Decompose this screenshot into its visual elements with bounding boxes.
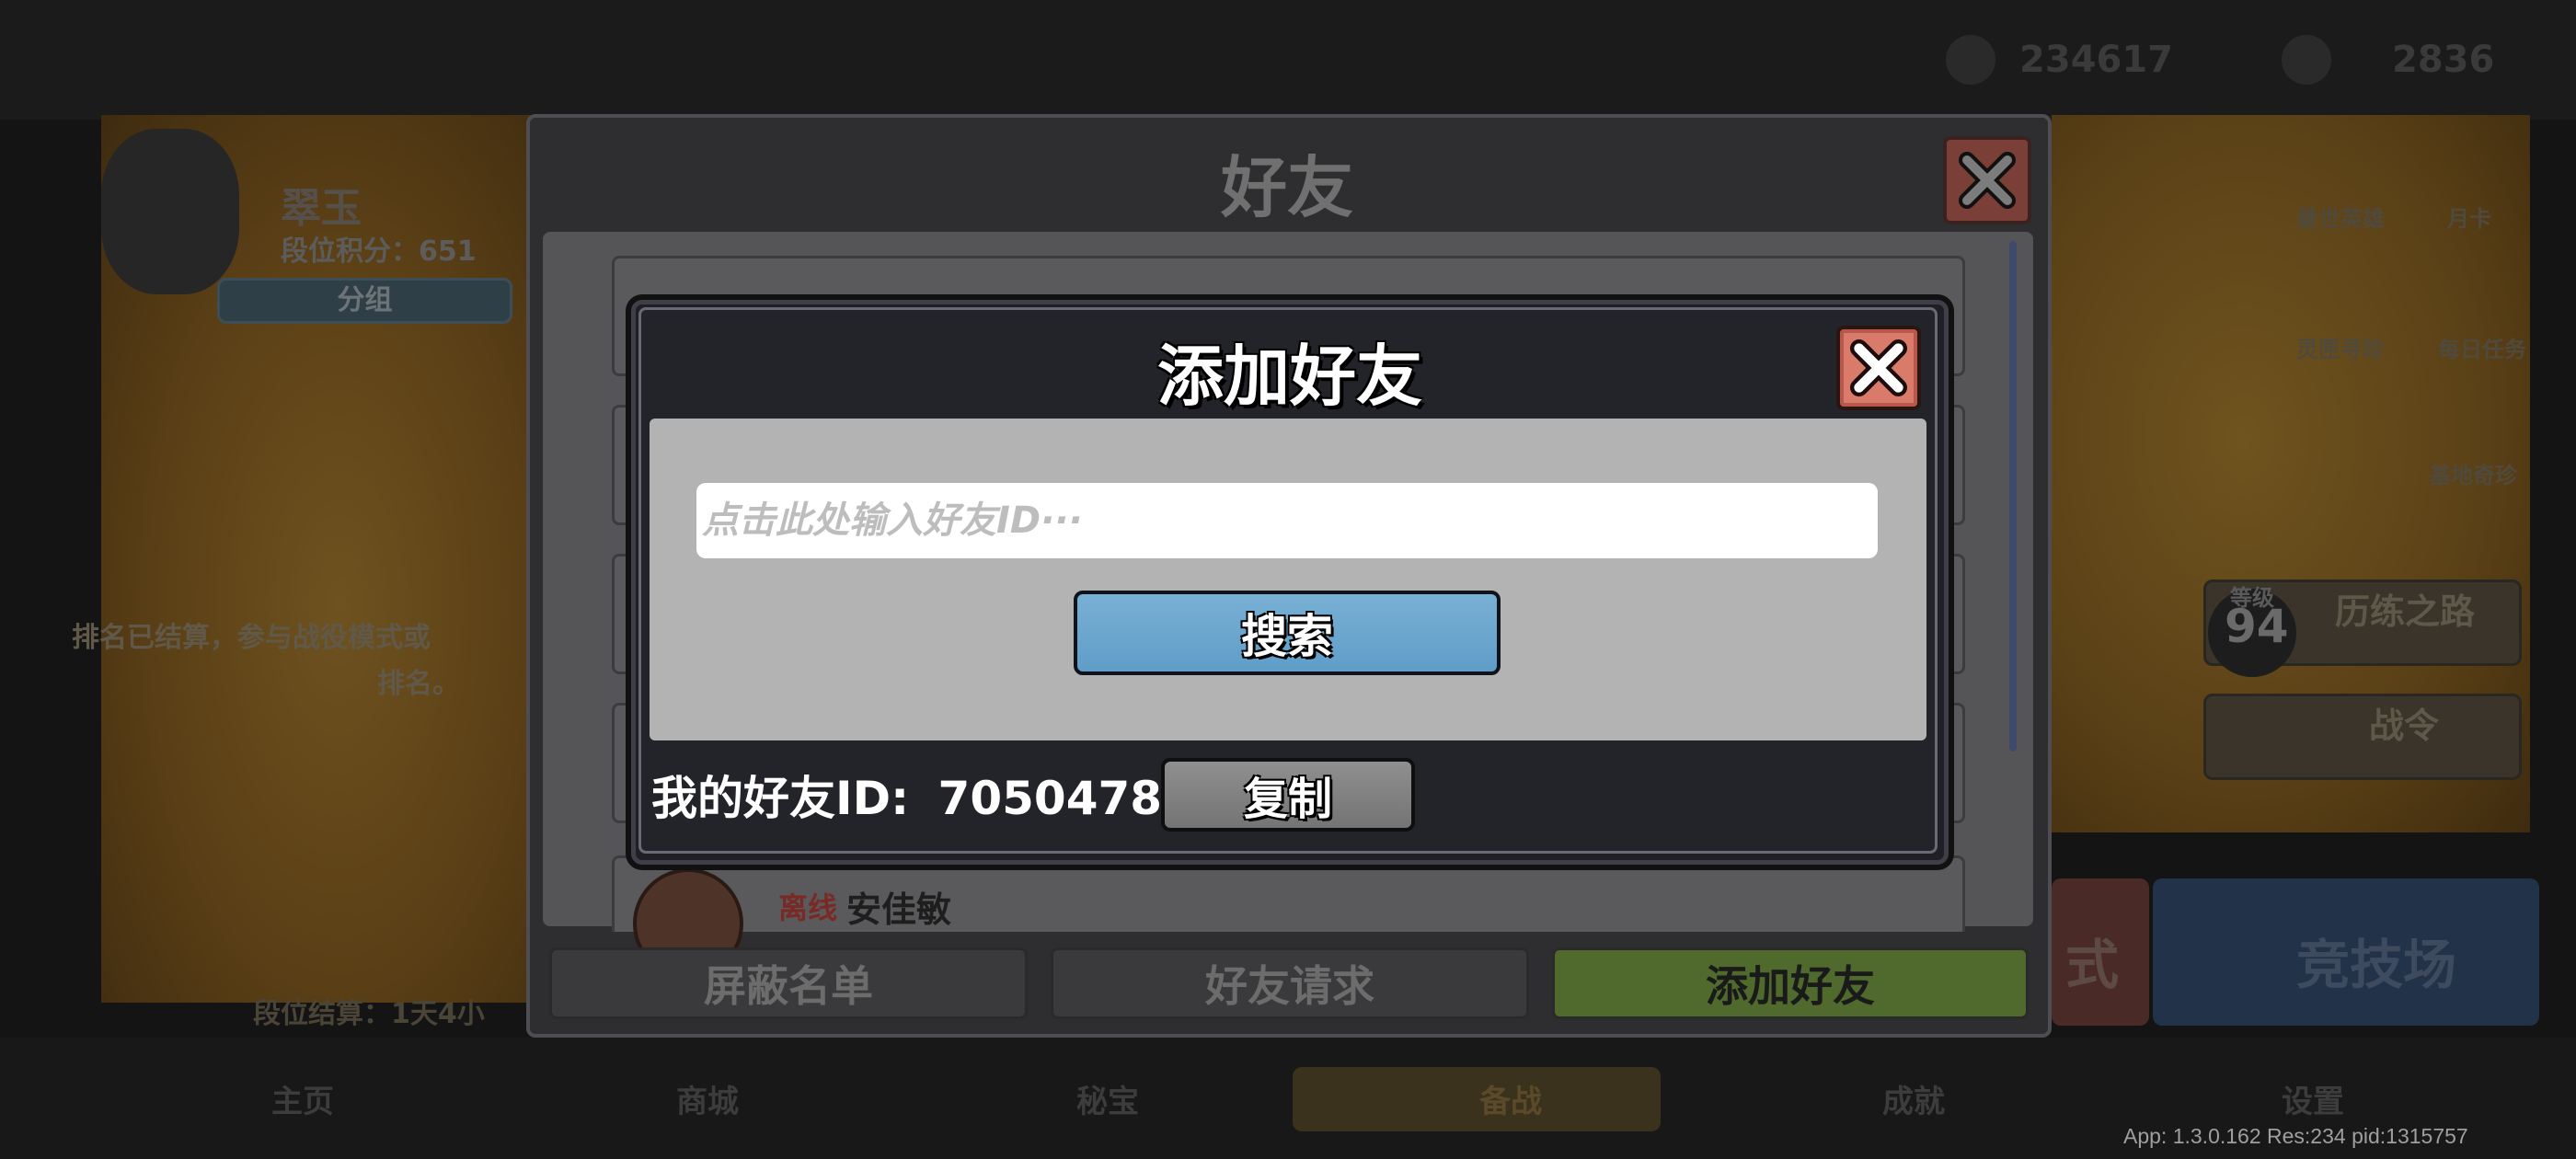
nav-item-achievements[interactable]: 成就	[1882, 1076, 1945, 1121]
friends-panel-title: 好友	[1220, 149, 1353, 226]
dialog-close-button[interactable]	[1836, 326, 1921, 410]
tab-add-friend[interactable]: 添加好友	[1552, 947, 2029, 1019]
copy-id-button[interactable]: 复制	[1161, 758, 1415, 832]
currency-gem: 2836	[2392, 39, 2495, 81]
mode-button-label: 式	[2065, 934, 2120, 996]
my-friend-id: 我的好友ID: 70504788	[651, 762, 1194, 828]
friends-panel-close-button[interactable]	[1943, 136, 2031, 224]
rank-score: 段位积分：651	[281, 235, 477, 268]
side-menu-item-monthly-card[interactable]: 月卡	[2447, 201, 2491, 233]
tab-friend-requests[interactable]: 好友请求	[1051, 947, 1529, 1019]
nav-item-treasure[interactable]: 秘宝	[1076, 1076, 1139, 1121]
search-button-label: 搜索	[1241, 610, 1333, 663]
dialog-title: 添加好友	[1156, 338, 1422, 415]
arena-label: 竞技场	[2296, 934, 2457, 996]
my-friend-id-label: 我的好友ID:	[651, 772, 910, 825]
level-value: 94	[2225, 600, 2289, 653]
battle-pass-label: 战令	[2369, 706, 2440, 746]
search-area	[650, 419, 1926, 740]
nav-item-home[interactable]: 主页	[271, 1076, 334, 1121]
group-button[interactable]: 分组	[217, 278, 512, 324]
currency-gold: 234617	[2019, 39, 2173, 81]
friend-id-input[interactable]	[696, 483, 1878, 558]
nav-item-prepare[interactable]: 备战	[1479, 1076, 1542, 1121]
rank-settle-timer: 段位结算：1天4小	[253, 998, 485, 1030]
trial-road-label: 历练之路	[2335, 591, 2476, 632]
avatar[interactable]	[101, 129, 239, 294]
coin-icon	[1946, 35, 1995, 85]
gem-icon	[2282, 35, 2331, 85]
my-friend-id-value: 70504788	[937, 772, 1194, 825]
player-name: 翠玉	[281, 185, 362, 232]
top-bar	[0, 0, 2576, 120]
group-button-label: 分组	[337, 284, 393, 316]
battle-pass-button[interactable]	[2203, 694, 2522, 780]
friend-name: 安佳敏	[846, 889, 952, 930]
search-button[interactable]: 搜索	[1074, 591, 1501, 675]
friend-status: 离线	[778, 890, 838, 925]
season-notice-line2: 排名。	[377, 668, 460, 700]
tab-block-list[interactable]: 屏蔽名单	[549, 947, 1028, 1019]
nav-item-settings[interactable]: 设置	[2282, 1076, 2344, 1121]
side-menu-item-treasure[interactable]: 灵匣寻珍	[2296, 331, 2385, 363]
scrollbar[interactable]	[2009, 241, 2017, 752]
nav-item-shop[interactable]: 商城	[676, 1076, 739, 1121]
close-icon	[1850, 339, 1907, 396]
side-menu-item-heroes[interactable]: 曼世英雄	[2296, 201, 2385, 233]
side-menu-item-base[interactable]: 基地奇珍	[2429, 457, 2517, 489]
copy-button-label: 复制	[1243, 774, 1332, 825]
build-info: App: 1.3.0.162 Res:234 pid:1315757	[2123, 1124, 2468, 1148]
season-notice: 排名已结算，参与战役模式或	[72, 622, 431, 654]
nav-item-prepare-highlight	[1293, 1067, 1661, 1131]
side-menu-item-daily[interactable]: 每日任务	[2438, 331, 2526, 363]
close-icon	[1959, 152, 2016, 209]
